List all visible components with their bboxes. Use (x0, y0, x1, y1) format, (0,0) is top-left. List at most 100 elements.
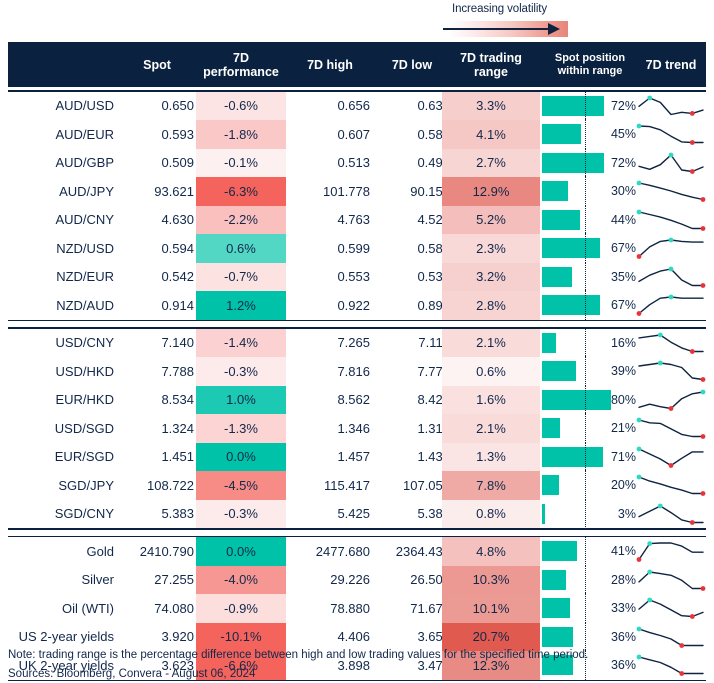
cell-trading-range: 7.8% (442, 471, 540, 500)
row-label: SGD/CNY (54, 506, 114, 522)
table-row: AUD/USD 0.650 -0.6% 0.656 0.635 3.3% 72% (8, 90, 706, 121)
spot-position-bar (542, 598, 571, 618)
table-row: USD/CNY 7.140 -1.4% 7.265 7.115 2.1% 16% (8, 327, 706, 358)
row-label: AUD/USD (55, 98, 114, 114)
row-label: SGD/JPY (58, 477, 114, 493)
cell-performance: -0.7% (196, 262, 286, 291)
cell-high: 7.816 (337, 363, 370, 379)
table-row: Gold 2410.790 0.0% 2477.680 2364.430 4.8% 41% (8, 536, 706, 566)
cell-low: 0.897 (417, 297, 450, 313)
spot-position-bar (542, 209, 580, 230)
cell-trading-range: 1.3% (442, 442, 540, 471)
cell-trading-range: 12.9% (442, 177, 540, 206)
spot-position-cell: 67% (542, 290, 638, 320)
cell-trading-range: 2.1% (442, 414, 540, 443)
cell-high: 0.513 (337, 155, 370, 171)
column-header-label (8, 42, 114, 87)
cell-trading-range: 10.3% (442, 565, 540, 594)
footnote-note: Note: trading range is the percentage di… (8, 649, 589, 661)
spot-position-bar (542, 389, 611, 410)
spot-position-value: 72% (610, 155, 636, 170)
cell-performance: -0.6% (196, 91, 286, 120)
row-label: USD/CNY (55, 335, 114, 351)
cell-spot: 7.788 (161, 363, 194, 379)
trend-sparkline (636, 120, 706, 149)
cell-low: 26.505 (410, 572, 450, 588)
spot-position-cell: 28% (542, 564, 638, 595)
cell-performance: -1.4% (196, 328, 286, 357)
midpoint-marker-icon (585, 261, 586, 292)
row-label: Silver (81, 572, 114, 588)
cell-low: 0.635 (417, 98, 450, 114)
cell-performance: 0.6% (196, 234, 286, 263)
spot-position-bar (542, 124, 581, 144)
midpoint-marker-icon (585, 498, 586, 529)
midpoint-marker-icon (585, 441, 586, 472)
midpoint-marker-icon (585, 564, 586, 595)
spot-position-cell: 72% (542, 90, 638, 121)
trend-sparkline (636, 537, 706, 566)
spot-position-bar (542, 266, 573, 287)
spot-position-value: 72% (610, 98, 636, 113)
spot-position-cell: 72% (542, 147, 638, 178)
table-row: EUR/HKD 8.534 1.0% 8.562 8.423 1.6% 80% (8, 384, 706, 415)
row-label: AUD/CNY (55, 212, 114, 228)
column-header-spot: Spot (143, 57, 171, 72)
table-footnotes: Note: trading range is the percentage di… (8, 646, 708, 683)
footnote-sources: Sources: Bloomberg, Convera - August 06,… (8, 667, 256, 680)
cell-low: 0.583 (417, 126, 450, 142)
cell-trading-range: 10.1% (442, 594, 540, 623)
midpoint-marker-icon (585, 413, 586, 443)
trend-sparkline (636, 500, 706, 529)
column-header-performance: 7D performance (203, 50, 279, 79)
row-label: EUR/SGD (54, 449, 114, 465)
market-data-table: Spot 7D performance 7D high 7D low 7D tr… (8, 42, 706, 681)
cell-high: 115.417 (323, 477, 370, 493)
trend-sparkline (636, 329, 706, 358)
trend-sparkline (636, 149, 706, 178)
cell-high: 0.553 (337, 269, 370, 285)
spot-position-bar (542, 446, 604, 467)
cell-spot: 0.650 (161, 98, 194, 114)
table-row: NZD/EUR 0.542 -0.7% 0.553 0.536 3.2% 35% (8, 261, 706, 292)
cell-performance: 0.0% (196, 442, 286, 471)
spot-position-bar (542, 332, 556, 353)
cell-high: 8.562 (337, 392, 370, 408)
section-separator (8, 319, 706, 329)
cell-spot: 8.534 (161, 392, 194, 408)
cell-high: 1.457 (337, 449, 370, 465)
spot-position-value: 33% (610, 601, 636, 616)
cell-high: 101.778 (323, 183, 370, 199)
cell-low: 7.115 (418, 335, 450, 351)
cell-spot: 1.324 (161, 420, 194, 436)
row-label: NZD/EUR (56, 269, 114, 285)
cell-high: 2477.680 (315, 543, 370, 559)
trend-sparkline (636, 177, 706, 206)
cell-low: 107.058 (403, 477, 450, 493)
cell-trading-range: 0.6% (442, 357, 540, 386)
trend-sparkline (636, 234, 706, 263)
cell-performance: 1.0% (196, 385, 286, 414)
spot-position-bar (542, 541, 578, 561)
spot-position-value: 41% (610, 544, 636, 559)
cell-trading-range: 5.2% (442, 205, 540, 234)
spot-position-cell: 80% (542, 384, 638, 415)
cell-performance: 1.2% (196, 291, 286, 320)
trend-sparkline (636, 566, 706, 595)
spot-position-cell: 39% (542, 356, 638, 386)
cell-high: 0.656 (337, 98, 370, 114)
cell-spot: 108.722 (147, 477, 194, 493)
trend-sparkline (636, 443, 706, 472)
volatility-legend: Increasing volatility (0, 0, 714, 42)
spot-position-value: 35% (610, 269, 636, 284)
cell-spot: 7.140 (161, 335, 194, 351)
spot-position-cell: 3% (542, 498, 638, 529)
spot-position-value: 44% (610, 212, 636, 227)
table-body: AUD/USD 0.650 -0.6% 0.656 0.635 3.3% 72% AUD/EU… (8, 90, 706, 680)
cell-spot: 93.621 (154, 183, 194, 199)
cell-low: 5.382 (417, 506, 450, 522)
volatility-arrow-icon (443, 28, 550, 30)
row-label: NZD/USD (56, 240, 114, 256)
cell-performance: -1.3% (196, 414, 286, 443)
cell-low: 1.439 (417, 449, 450, 465)
